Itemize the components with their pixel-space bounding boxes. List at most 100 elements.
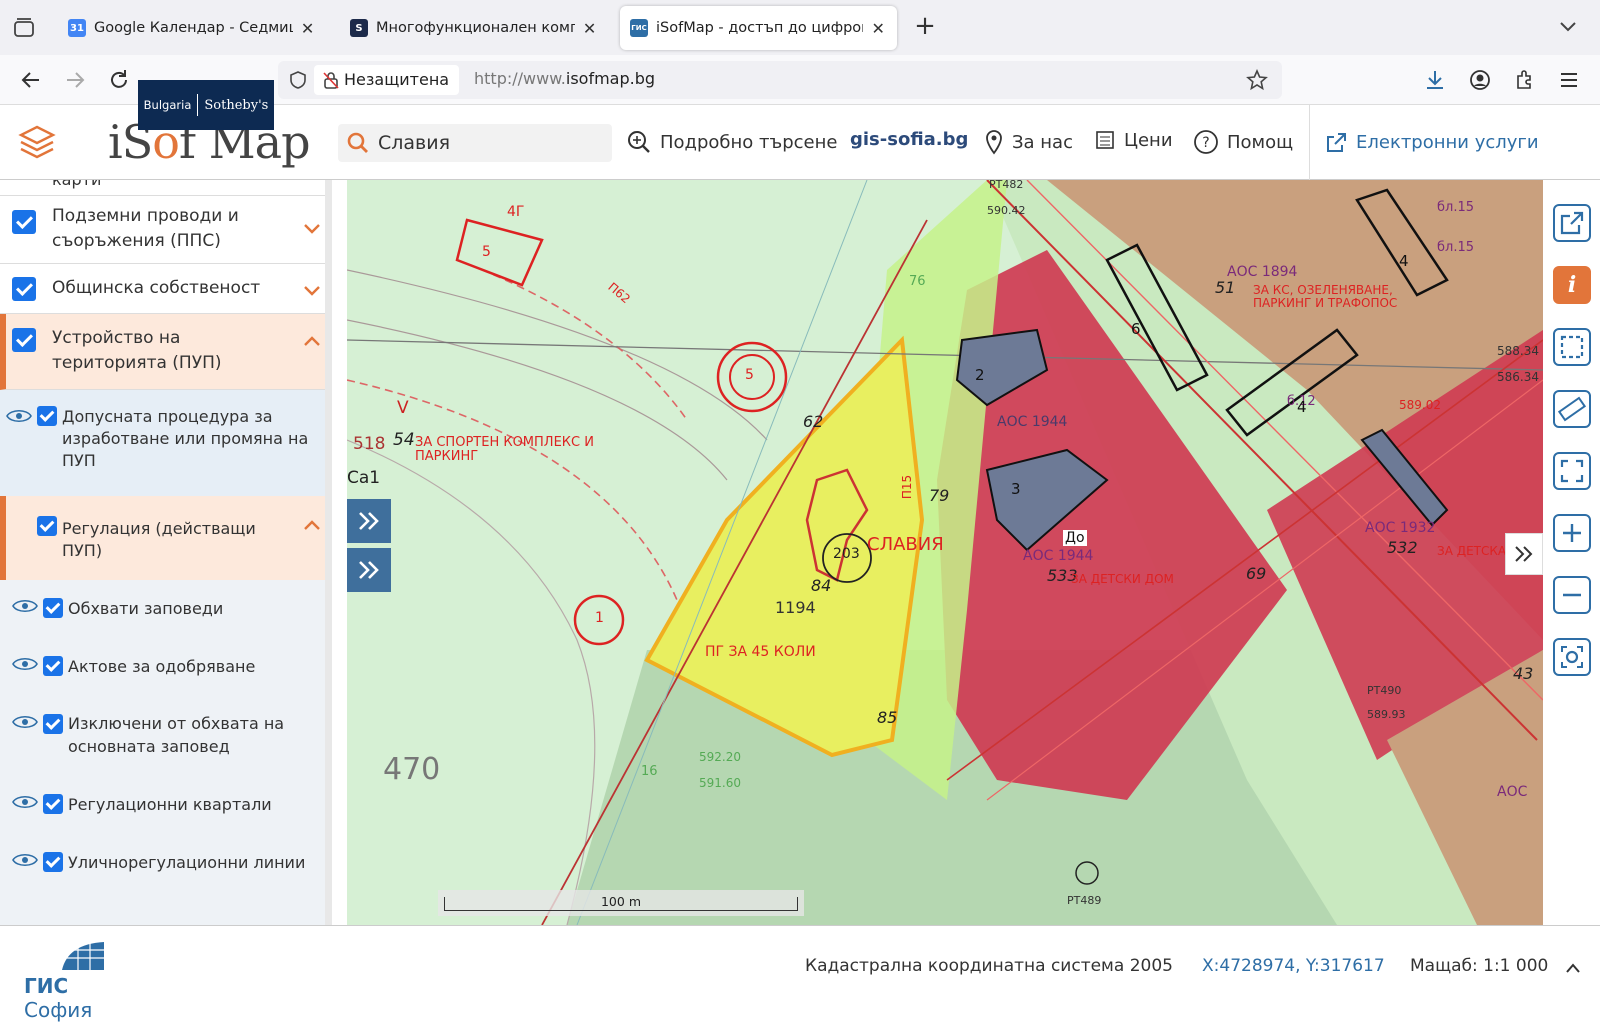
gis-sofia-logo[interactable]: ГИС София <box>22 940 132 1022</box>
url-text[interactable]: http://www.isofmap.bg <box>474 69 655 88</box>
eye-icon[interactable] <box>12 794 38 810</box>
measure-button[interactable] <box>1553 390 1591 428</box>
zoom-in-button[interactable] <box>1553 514 1591 552</box>
svg-text:?: ? <box>1202 135 1209 151</box>
checkbox[interactable] <box>43 598 63 618</box>
expand-panel-button[interactable] <box>347 499 391 543</box>
checkbox[interactable] <box>43 852 63 872</box>
shield-icon[interactable] <box>288 70 308 90</box>
sublayer-procedure[interactable]: Допусната процедура за изработване или п… <box>0 390 325 496</box>
sothebys-s-icon: S <box>350 19 368 37</box>
map-label: бл.15 <box>1437 240 1475 255</box>
advanced-search-link[interactable]: Подробно търсене <box>626 129 837 155</box>
forward-arrow-icon[interactable] <box>62 67 88 93</box>
close-icon[interactable]: ✕ <box>869 19 887 38</box>
eye-icon[interactable] <box>12 714 38 730</box>
crs-label[interactable]: Кадастрална координатна система 2005 <box>805 956 1173 976</box>
menu-icon[interactable] <box>1556 67 1582 93</box>
reload-icon[interactable] <box>106 67 132 93</box>
checkbox[interactable] <box>37 516 57 536</box>
map-label: 84 <box>811 576 832 595</box>
map-label: 532 <box>1387 538 1418 557</box>
security-indicator[interactable]: Незащитена <box>314 65 460 95</box>
map-label: 1 <box>595 610 604 626</box>
chevron-down-icon[interactable] <box>302 222 322 236</box>
account-icon[interactable] <box>1467 67 1493 93</box>
checkbox[interactable] <box>43 714 63 734</box>
layer-group-pup[interactable]: Устройство на територията (ПУП) <box>0 314 325 390</box>
eye-icon[interactable] <box>12 852 38 868</box>
checkbox[interactable] <box>12 210 36 234</box>
close-icon[interactable]: ✕ <box>581 19 598 38</box>
layer-group-pps[interactable]: Подземни проводи и съоръжения (ППС) <box>0 196 325 264</box>
map-label: 5 <box>745 367 754 383</box>
map-label: ЗА ДЕТСКА <box>1437 544 1507 558</box>
new-tab-button[interactable]: + <box>912 13 938 40</box>
layer-item[interactable]: Регулационни квартали <box>0 794 325 834</box>
eservices-link[interactable]: Електронни услуги <box>1309 105 1539 180</box>
extensions-icon[interactable] <box>1512 67 1538 93</box>
tab-list-icon[interactable] <box>10 14 38 42</box>
layer-group-municipal[interactable]: Общинска собственост <box>0 264 325 314</box>
zoom-out-button[interactable] <box>1553 576 1591 614</box>
layer-item[interactable]: Актове за одобряване <box>0 656 325 696</box>
browser-tab-bar: 31 Google Календар - Седмицата ✕ S Много… <box>0 0 1600 55</box>
layer-item[interactable]: Обхвати заповеди <box>0 598 325 638</box>
search-box[interactable] <box>338 124 612 162</box>
tab-isofmap[interactable]: ГИС iSofMap - достъп до цифрови ✕ <box>620 6 897 50</box>
search-input[interactable] <box>378 124 606 162</box>
chevron-down-icon[interactable] <box>302 284 322 298</box>
bookmark-star-icon[interactable] <box>1246 69 1268 91</box>
collapse-toolbar-button[interactable] <box>1505 533 1543 575</box>
share-button[interactable] <box>1553 204 1591 242</box>
back-arrow-icon[interactable] <box>18 67 44 93</box>
map-label: 1194 <box>775 598 816 617</box>
sublayer-regulation[interactable]: Регулация (действащи ПУП) <box>0 496 325 580</box>
prices-link[interactable]: Цени <box>1094 129 1173 151</box>
info-button[interactable]: i <box>1553 266 1591 304</box>
eye-icon[interactable] <box>12 656 38 672</box>
scale-readout[interactable]: Мащаб: 1:1 000 <box>1410 956 1548 976</box>
map-label: АОС 1894 <box>1227 264 1298 280</box>
about-link[interactable]: За нас <box>984 129 1073 155</box>
full-extent-button[interactable] <box>1553 452 1591 490</box>
search-icon[interactable] <box>346 131 370 155</box>
map-label: 51 <box>1215 278 1236 297</box>
layer-item[interactable]: Уличнорегулационни линии <box>0 852 325 892</box>
cursor-coordinates: X:4728974, Y:317617 <box>1202 956 1385 976</box>
chevron-down-icon[interactable] <box>1558 16 1578 36</box>
chevron-up-icon[interactable] <box>1565 962 1581 974</box>
layer-group-label: Подземни проводи и съоръжения (ППС) <box>52 206 239 251</box>
tab-complex[interactable]: S Многофункционален комплекс ✕ <box>340 6 608 50</box>
select-area-button[interactable] <box>1553 328 1591 366</box>
layers-icon[interactable] <box>18 123 56 161</box>
security-label: Незащитена <box>344 70 450 89</box>
tab-google-calendar[interactable]: 31 Google Календар - Седмицата ✕ <box>58 6 326 50</box>
sidebar-cut-item: карти <box>0 180 325 196</box>
download-icon[interactable] <box>1422 67 1448 93</box>
expand-legend-button[interactable] <box>347 548 391 592</box>
map-label: V <box>397 398 409 418</box>
map-label: 16 <box>641 764 658 779</box>
checkbox[interactable] <box>43 656 63 676</box>
eye-icon[interactable] <box>12 598 38 614</box>
layer-item[interactable]: Изключени от обхвата на основната запове… <box>0 714 325 772</box>
gis-sofia-link[interactable]: gis-sofia.bg <box>850 129 968 150</box>
close-icon[interactable]: ✕ <box>299 19 316 38</box>
map-label: 590.42 <box>987 204 1026 217</box>
eye-icon[interactable] <box>6 408 32 424</box>
sothebys-sponsor-logo[interactable]: Bulgaria Sotheby's <box>138 80 274 130</box>
checkbox[interactable] <box>12 328 36 352</box>
checkbox[interactable] <box>43 794 63 814</box>
map-canvas[interactable]: 470 518 54 V ЗА СПОРТЕН КОМПЛЕКС И ПАРКИН… <box>347 180 1543 925</box>
chevron-up-icon[interactable] <box>302 334 322 348</box>
map-label: 76 <box>909 274 926 289</box>
checkbox[interactable] <box>37 406 57 426</box>
help-link[interactable]: ? Помощ <box>1193 129 1293 155</box>
map-label: 470 <box>383 752 441 787</box>
chevron-up-icon[interactable] <box>302 518 322 532</box>
checkbox[interactable] <box>12 277 36 301</box>
locate-button[interactable] <box>1553 638 1591 676</box>
address-bar[interactable]: Незащитена http://www.isofmap.bg <box>278 61 1282 99</box>
layer-label: Изключени от обхвата на основната запове… <box>68 714 285 756</box>
